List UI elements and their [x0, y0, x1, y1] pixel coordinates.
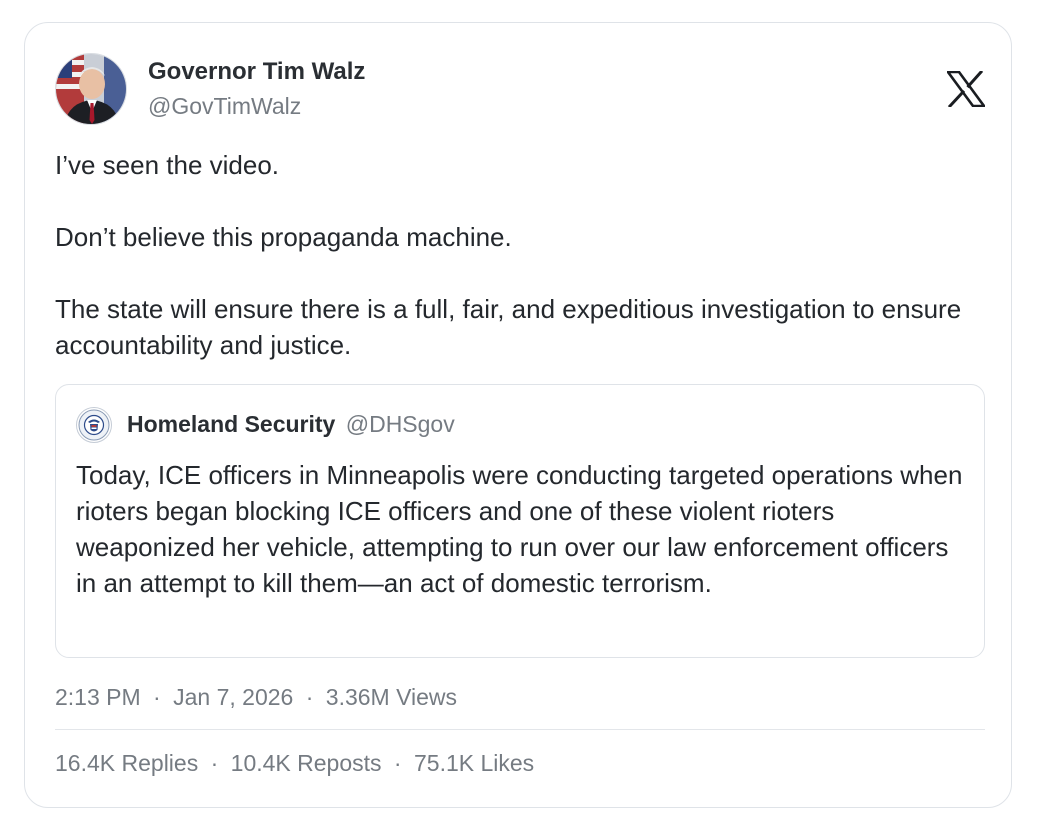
- tweet-meta: 2:13 PM · Jan 7, 2026 · 3.36M Views: [55, 684, 457, 711]
- likes-count[interactable]: 75.1K Likes: [414, 750, 534, 776]
- tweet-views: 3.36M Views: [325, 684, 458, 710]
- reposts-count[interactable]: 10.4K Reposts: [231, 750, 382, 776]
- tweet-date[interactable]: Jan 7, 2026: [173, 684, 293, 710]
- replies-count[interactable]: 16.4K Replies: [55, 750, 198, 776]
- x-logo-icon[interactable]: [945, 69, 987, 109]
- author-name[interactable]: Governor Tim Walz: [148, 58, 365, 86]
- quoted-tweet[interactable]: Homeland Security @DHSgov Today, ICE off…: [55, 384, 985, 658]
- quoted-author-name[interactable]: Homeland Security: [127, 411, 335, 437]
- tweet-paragraph: Don’t believe this propaganda machine.: [55, 222, 512, 252]
- meta-separator: ·: [153, 684, 161, 710]
- tweet-paragraph: I’ve seen the video.: [55, 150, 280, 180]
- profile-photo-avatar: [56, 54, 126, 124]
- author-avatar[interactable]: [55, 53, 127, 125]
- tweet-text: I’ve seen the video. Don’t believe this …: [55, 147, 975, 363]
- engagement-stats: 16.4K Replies · 10.4K Reposts · 75.1K Li…: [55, 750, 534, 777]
- stats-separator: ·: [210, 750, 219, 776]
- tweet-card: Governor Tim Walz @GovTimWalz I’ve seen …: [24, 22, 1012, 808]
- quoted-author-handle[interactable]: @DHSgov: [346, 411, 455, 437]
- divider: [55, 729, 985, 730]
- meta-separator: ·: [305, 684, 314, 710]
- quoted-header: Homeland Security @DHSgov: [127, 411, 455, 438]
- quoted-text: Today, ICE officers in Minneapolis were …: [76, 460, 963, 598]
- author-handle[interactable]: @GovTimWalz: [148, 93, 301, 120]
- stats-separator: ·: [393, 750, 402, 776]
- tweet-time[interactable]: 2:13 PM: [55, 684, 141, 710]
- dhs-seal-icon: [76, 407, 112, 443]
- tweet-paragraph: The state will ensure there is a full, f…: [55, 294, 962, 360]
